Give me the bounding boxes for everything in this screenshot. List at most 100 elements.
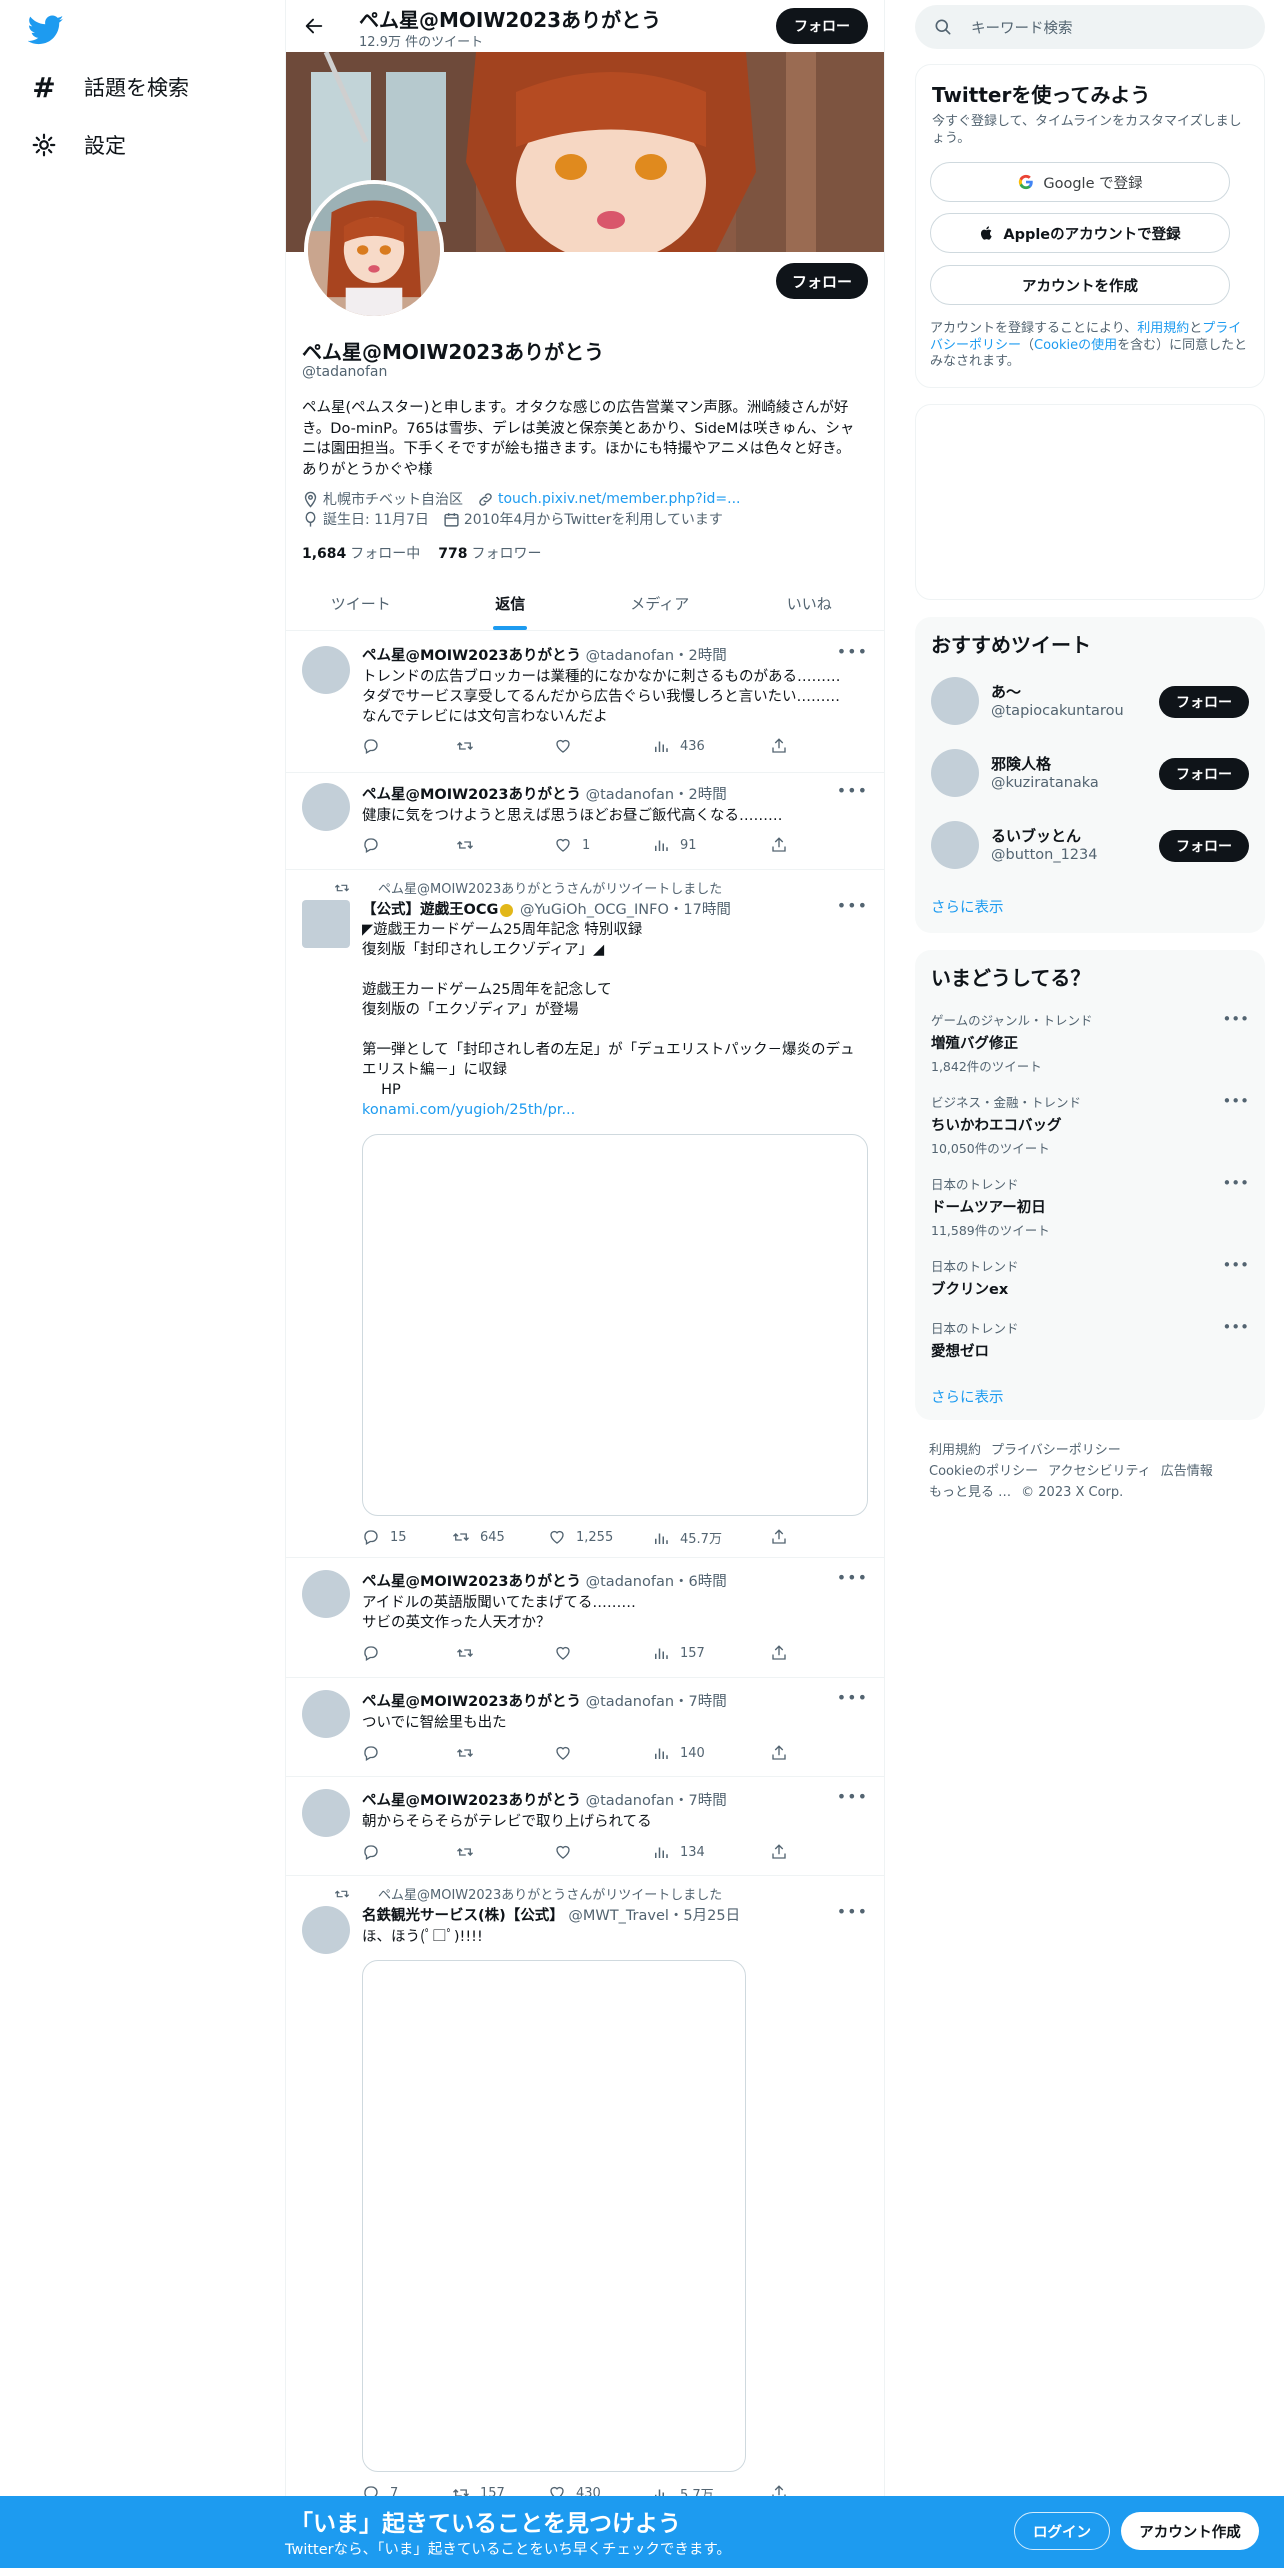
- twitter-logo-icon[interactable]: [27, 12, 64, 48]
- retweet-button[interactable]: [456, 1843, 484, 1861]
- reply-button[interactable]: 15: [362, 1528, 407, 1546]
- tweet[interactable]: ペム星@MOIW2023ありがとう @tadanofan・7時間 ••• 朝から…: [286, 1777, 884, 1876]
- tweet-author-name[interactable]: 名鉄観光サービス(株)【公式】: [362, 1908, 564, 1924]
- tweet-media[interactable]: [362, 1960, 746, 2472]
- follow-button[interactable]: フォロー: [1159, 686, 1249, 718]
- views-button[interactable]: 157: [652, 1644, 705, 1662]
- trend-item[interactable]: 日本のトレンド 愛想ゼロ •••: [931, 1318, 1249, 1361]
- views-button[interactable]: 436: [652, 737, 705, 755]
- show-more-link[interactable]: さらに表示: [931, 1386, 1004, 1407]
- terms-link[interactable]: 利用規約: [1137, 321, 1189, 336]
- header-follow-button[interactable]: フォロー: [776, 8, 868, 44]
- views-button[interactable]: 91: [652, 836, 697, 854]
- views-button[interactable]: 134: [652, 1843, 705, 1861]
- profile-link-text[interactable]: touch.pixiv.net/member.php?id=...: [498, 491, 740, 507]
- footer-cookie-link[interactable]: Cookieのポリシー: [929, 1464, 1038, 1479]
- more-icon[interactable]: •••: [1222, 1010, 1249, 1028]
- like-button[interactable]: [554, 1843, 582, 1861]
- reply-button[interactable]: [362, 836, 390, 854]
- avatar[interactable]: [302, 1570, 350, 1618]
- profile-follow-button[interactable]: フォロー: [776, 263, 868, 299]
- reply-button[interactable]: [362, 1644, 390, 1662]
- nav-explore[interactable]: # 話題を検索: [30, 67, 189, 107]
- tab-likes[interactable]: いいね: [735, 578, 885, 630]
- back-arrow-icon[interactable]: [298, 10, 330, 42]
- tweet-meta[interactable]: @MWT_Travel・5月25日: [568, 1908, 740, 1924]
- more-icon[interactable]: •••: [1222, 1092, 1249, 1110]
- tweet-meta[interactable]: @tadanofan・6時間: [586, 1574, 727, 1590]
- avatar[interactable]: [302, 646, 350, 694]
- reply-button[interactable]: [362, 1843, 390, 1861]
- tab-tweets[interactable]: ツイート: [286, 578, 436, 630]
- create-account-button[interactable]: アカウントを作成: [930, 265, 1230, 305]
- like-button[interactable]: 1: [554, 836, 590, 854]
- tweet-author-name[interactable]: ペム星@MOIW2023ありがとう: [362, 787, 581, 803]
- retweet-button[interactable]: [456, 737, 484, 755]
- retweeted-by-text[interactable]: ペム星@MOIW2023ありがとうさんがリツイートしました: [378, 1884, 722, 1903]
- avatar[interactable]: [302, 1690, 350, 1738]
- retweet-button[interactable]: 645: [452, 1528, 505, 1546]
- followers-stat[interactable]: 778 フォロワー: [438, 543, 541, 563]
- tweet-meta[interactable]: @tadanofan・2時間: [586, 648, 727, 664]
- tweet-meta[interactable]: @tadanofan・2時間: [586, 787, 727, 803]
- more-icon[interactable]: •••: [1222, 1256, 1249, 1274]
- signup-button[interactable]: アカウント作成: [1121, 2512, 1259, 2550]
- footer-more-link[interactable]: もっと見る …: [929, 1485, 1011, 1500]
- like-button[interactable]: [554, 1744, 582, 1762]
- like-button[interactable]: [554, 1644, 582, 1662]
- like-button[interactable]: [554, 737, 582, 755]
- following-stat[interactable]: 1,684 フォロー中: [302, 543, 420, 563]
- avatar[interactable]: [302, 900, 350, 948]
- retweet-button[interactable]: [456, 1644, 484, 1662]
- tweet-media[interactable]: [362, 1134, 868, 1516]
- avatar[interactable]: [302, 1906, 350, 1954]
- more-icon[interactable]: •••: [837, 1568, 868, 1587]
- retweet-button[interactable]: [456, 836, 484, 854]
- apple-signup-button[interactable]: Appleのアカウントで登録: [930, 213, 1230, 253]
- more-icon[interactable]: •••: [837, 1902, 868, 1921]
- avatar[interactable]: [302, 1789, 350, 1837]
- footer-terms-link[interactable]: 利用規約: [929, 1443, 981, 1458]
- retweet-button[interactable]: [456, 1744, 484, 1762]
- login-button[interactable]: ログイン: [1014, 2512, 1110, 2550]
- tweet-meta[interactable]: @YuGiOh_OCG_INFO・17時間: [520, 902, 731, 918]
- tweet[interactable]: ペム星@MOIW2023ありがとうさんがリツイートしました 名鉄観光サービス(株…: [286, 1876, 884, 2503]
- tweet[interactable]: ペム星@MOIW2023ありがとう @tadanofan・2時間 ••• 健康に…: [286, 773, 884, 870]
- more-icon[interactable]: •••: [837, 642, 868, 661]
- trend-item[interactable]: ビジネス・金融・トレンド ちいかわエコバッグ 10,050件のツイート •••: [931, 1092, 1249, 1157]
- nav-settings[interactable]: 設定: [30, 125, 126, 165]
- search-input[interactable]: キーワード検索: [971, 17, 1073, 38]
- recommended-user[interactable]: あ〜 @tapiocakuntarou フォロー: [931, 677, 1249, 727]
- show-more-link[interactable]: さらに表示: [931, 896, 1004, 917]
- tweet[interactable]: ペム星@MOIW2023ありがとうさんがリツイートしました 【公式】遊戯王OCG…: [286, 870, 884, 1558]
- recommended-user-name[interactable]: あ〜: [991, 681, 1021, 702]
- avatar[interactable]: [931, 821, 979, 869]
- tweet-meta[interactable]: @tadanofan・7時間: [586, 1793, 727, 1809]
- share-button[interactable]: [770, 1843, 788, 1861]
- more-icon[interactable]: •••: [1222, 1318, 1249, 1336]
- views-button[interactable]: 140: [652, 1744, 705, 1762]
- tweet[interactable]: ペム星@MOIW2023ありがとう @tadanofan・7時間 ••• ついで…: [286, 1678, 884, 1777]
- more-icon[interactable]: •••: [837, 781, 868, 800]
- trend-item[interactable]: 日本のトレンド ドームツアー初日 11,589件のツイート •••: [931, 1174, 1249, 1239]
- more-icon[interactable]: •••: [837, 1688, 868, 1707]
- footer-ads-link[interactable]: 広告情報: [1161, 1464, 1213, 1479]
- avatar[interactable]: [931, 749, 979, 797]
- share-button[interactable]: [770, 737, 788, 755]
- tweet-meta[interactable]: @tadanofan・7時間: [586, 1694, 727, 1710]
- more-icon[interactable]: •••: [837, 1787, 868, 1806]
- tweet-author-name[interactable]: 【公式】遊戯王OCG: [362, 902, 498, 918]
- reply-button[interactable]: [362, 737, 390, 755]
- tab-replies[interactable]: 返信: [436, 578, 586, 630]
- share-button[interactable]: [770, 836, 788, 854]
- footer-privacy-link[interactable]: プライバシーポリシー: [991, 1443, 1121, 1458]
- search-box[interactable]: キーワード検索: [915, 5, 1265, 49]
- follow-button[interactable]: フォロー: [1159, 758, 1249, 790]
- reply-button[interactable]: [362, 1744, 390, 1762]
- share-button[interactable]: [770, 1644, 788, 1662]
- tweet-author-name[interactable]: ペム星@MOIW2023ありがとう: [362, 1574, 581, 1590]
- retweeted-by-text[interactable]: ペム星@MOIW2023ありがとうさんがリツイートしました: [378, 878, 722, 897]
- google-signup-button[interactable]: Google で登録: [930, 162, 1230, 202]
- avatar[interactable]: [302, 783, 350, 831]
- trend-item[interactable]: 日本のトレンド ブクリンex •••: [931, 1256, 1249, 1299]
